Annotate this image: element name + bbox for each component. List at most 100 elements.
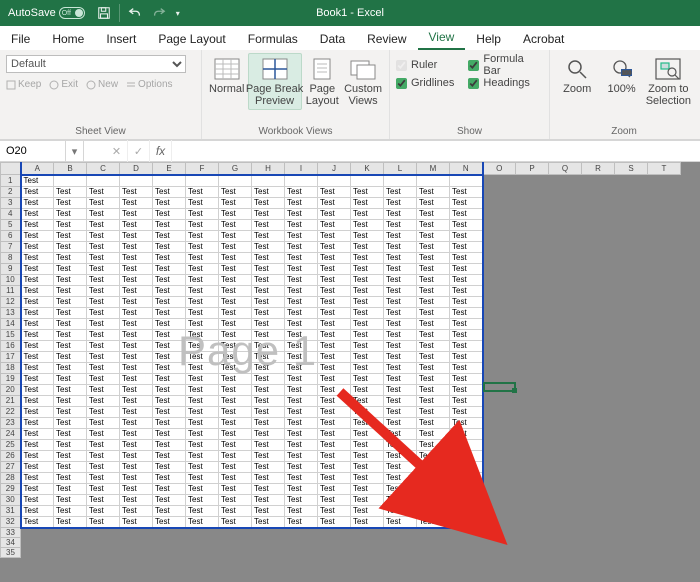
cell[interactable]: Test bbox=[54, 505, 87, 516]
cell[interactable]: Test bbox=[120, 285, 153, 296]
cell[interactable]: Test bbox=[450, 472, 483, 483]
cell[interactable]: Test bbox=[285, 439, 318, 450]
cell[interactable]: Test bbox=[87, 307, 120, 318]
cell[interactable]: Test bbox=[285, 241, 318, 252]
cell[interactable]: Test bbox=[318, 450, 351, 461]
cell[interactable] bbox=[351, 548, 384, 558]
gridlines-checkbox[interactable]: Gridlines bbox=[396, 74, 454, 92]
cell[interactable]: Test bbox=[285, 406, 318, 417]
col-header[interactable]: N bbox=[450, 163, 483, 175]
cell[interactable]: Test bbox=[153, 483, 186, 494]
col-header[interactable]: B bbox=[54, 163, 87, 175]
cell[interactable]: Test bbox=[186, 186, 219, 197]
cell[interactable] bbox=[648, 219, 681, 230]
cell[interactable]: Test bbox=[219, 241, 252, 252]
accept-formula-icon[interactable]: ✓ bbox=[128, 140, 150, 162]
cell[interactable] bbox=[186, 528, 219, 538]
cell[interactable] bbox=[582, 307, 615, 318]
cell[interactable]: Test bbox=[351, 230, 384, 241]
cell[interactable]: Test bbox=[219, 329, 252, 340]
cell[interactable] bbox=[648, 362, 681, 373]
cell[interactable]: Test bbox=[384, 252, 417, 263]
cell[interactable]: Test bbox=[384, 373, 417, 384]
cell[interactable] bbox=[582, 373, 615, 384]
cell[interactable] bbox=[252, 175, 285, 187]
cell[interactable]: Test bbox=[252, 307, 285, 318]
cell[interactable]: Test bbox=[120, 186, 153, 197]
cell[interactable]: Test bbox=[318, 505, 351, 516]
cell[interactable]: Test bbox=[351, 505, 384, 516]
cell[interactable] bbox=[186, 538, 219, 548]
row-header[interactable]: 20 bbox=[1, 384, 21, 395]
cell[interactable]: Test bbox=[219, 197, 252, 208]
cell[interactable] bbox=[648, 472, 681, 483]
cell[interactable] bbox=[285, 175, 318, 187]
cell[interactable]: Test bbox=[417, 230, 450, 241]
cell[interactable]: Test bbox=[318, 406, 351, 417]
cell[interactable]: Test bbox=[219, 263, 252, 274]
cell[interactable] bbox=[87, 528, 120, 538]
cell[interactable]: Test bbox=[153, 450, 186, 461]
cell[interactable] bbox=[450, 175, 483, 187]
row-header[interactable]: 16 bbox=[1, 340, 21, 351]
cell[interactable]: Test bbox=[450, 263, 483, 274]
col-header[interactable]: L bbox=[384, 163, 417, 175]
cell[interactable] bbox=[582, 472, 615, 483]
cell[interactable] bbox=[582, 219, 615, 230]
cell[interactable] bbox=[582, 197, 615, 208]
cell[interactable]: Test bbox=[21, 208, 54, 219]
cell[interactable]: Test bbox=[450, 197, 483, 208]
cell[interactable] bbox=[483, 219, 516, 230]
cell[interactable]: Test bbox=[120, 230, 153, 241]
cell[interactable]: Test bbox=[219, 483, 252, 494]
cell[interactable]: Test bbox=[87, 230, 120, 241]
cell[interactable] bbox=[516, 274, 549, 285]
col-header[interactable]: Q bbox=[549, 163, 582, 175]
cell[interactable]: Test bbox=[285, 395, 318, 406]
cell[interactable]: Test bbox=[54, 450, 87, 461]
cell[interactable]: Test bbox=[417, 417, 450, 428]
cell[interactable]: Test bbox=[21, 219, 54, 230]
cell[interactable] bbox=[549, 186, 582, 197]
cell[interactable] bbox=[615, 461, 648, 472]
cell[interactable] bbox=[516, 329, 549, 340]
cell[interactable]: Test bbox=[120, 461, 153, 472]
zoom-to-selection-button[interactable]: Zoom to Selection bbox=[645, 53, 692, 110]
cell[interactable]: Test bbox=[417, 186, 450, 197]
cell[interactable] bbox=[549, 252, 582, 263]
cell[interactable]: Test bbox=[417, 516, 450, 528]
cell[interactable]: Test bbox=[384, 439, 417, 450]
cell[interactable]: Test bbox=[54, 461, 87, 472]
row-header[interactable]: 8 bbox=[1, 252, 21, 263]
cell[interactable]: Test bbox=[21, 329, 54, 340]
cell[interactable]: Test bbox=[384, 241, 417, 252]
cell[interactable] bbox=[648, 528, 681, 538]
cell[interactable]: Test bbox=[186, 241, 219, 252]
cell[interactable]: Test bbox=[186, 384, 219, 395]
cell[interactable] bbox=[549, 428, 582, 439]
cell[interactable]: Test bbox=[87, 384, 120, 395]
cell[interactable]: Test bbox=[153, 472, 186, 483]
cell[interactable]: Test bbox=[351, 439, 384, 450]
cell[interactable]: Test bbox=[186, 296, 219, 307]
cell[interactable]: Test bbox=[318, 362, 351, 373]
cell[interactable]: Test bbox=[21, 428, 54, 439]
cell[interactable] bbox=[615, 318, 648, 329]
cell[interactable]: Test bbox=[54, 230, 87, 241]
cell[interactable]: Test bbox=[87, 351, 120, 362]
cell[interactable] bbox=[483, 548, 516, 558]
cell[interactable]: Test bbox=[450, 318, 483, 329]
cell[interactable]: Test bbox=[153, 373, 186, 384]
row-header[interactable]: 4 bbox=[1, 208, 21, 219]
col-header[interactable]: K bbox=[351, 163, 384, 175]
options-button[interactable]: Options bbox=[126, 79, 172, 90]
cell[interactable]: Test bbox=[318, 230, 351, 241]
cell[interactable] bbox=[516, 548, 549, 558]
cell[interactable]: Test bbox=[153, 505, 186, 516]
cell[interactable]: Test bbox=[450, 362, 483, 373]
cell[interactable]: Test bbox=[21, 285, 54, 296]
cell[interactable] bbox=[87, 548, 120, 558]
cell[interactable] bbox=[483, 538, 516, 548]
cell[interactable]: Test bbox=[186, 439, 219, 450]
cell[interactable] bbox=[483, 241, 516, 252]
